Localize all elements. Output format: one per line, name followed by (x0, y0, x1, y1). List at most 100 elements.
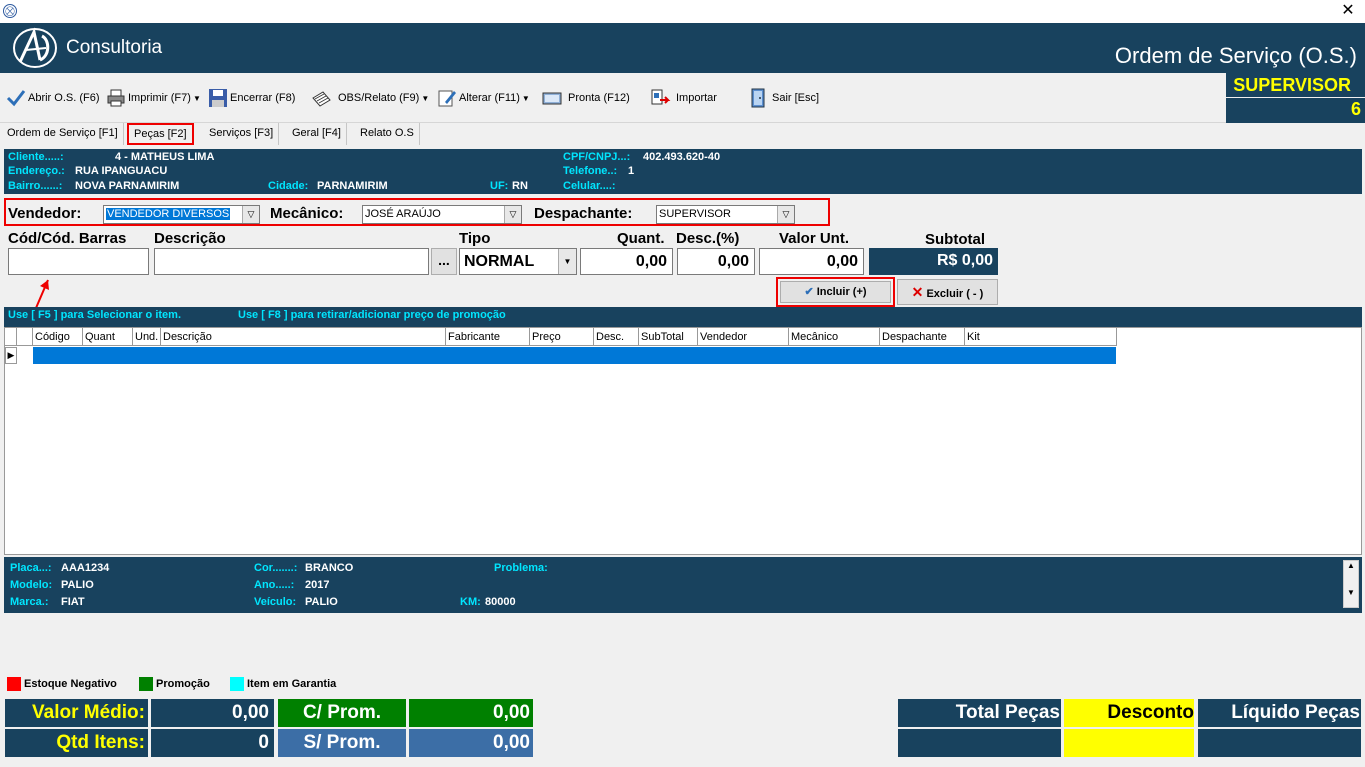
valor-unit-input[interactable]: 0,00 (759, 248, 864, 275)
excluir-label: Excluir ( - ) (926, 288, 984, 300)
col-mecanico[interactable]: Mecânico (789, 328, 880, 346)
cidade-value: PARNAMIRIM (317, 180, 388, 192)
col-quant[interactable]: Quant (83, 328, 133, 346)
col-kit[interactable]: Kit (965, 328, 1117, 346)
delete-x-icon: ✕ (911, 284, 924, 300)
desc-pct-input[interactable]: 0,00 (677, 248, 755, 275)
problema-label: Problema: (494, 562, 548, 574)
modelo-value: PALIO (61, 579, 94, 591)
endereco-value: RUA IPANGUACU (75, 165, 168, 177)
ano-value: 2017 (305, 579, 330, 591)
col-desc[interactable]: Desc. (594, 328, 639, 346)
items-grid[interactable]: Código Quant Und. Descrição Fabricante P… (4, 327, 1362, 555)
window-titlebar: ⛒ ✕ (0, 0, 1365, 23)
importar-button[interactable]: Importar (646, 85, 717, 111)
valor-medio-value: 0,00 (151, 699, 274, 727)
notepad-pen-icon (312, 91, 331, 107)
sair-button[interactable]: Sair [Esc] (746, 85, 819, 111)
c-prom-label: C/ Prom. (278, 699, 406, 727)
import-icon (651, 89, 671, 105)
pronta-button[interactable]: Pronta (F12) (538, 85, 630, 111)
desconto-value (1064, 729, 1194, 757)
legend-swatch-promocao (139, 677, 153, 691)
tab-bar: Ordem de Serviço [F1] Peças [F2] Serviço… (0, 123, 1365, 145)
tab-relato-os[interactable]: Relato O.S (355, 123, 420, 145)
chevron-down-icon: ▼ (421, 93, 430, 103)
client-info-panel: Cliente.....: 4 - MATHEUS LIMA Endereço.… (4, 149, 1362, 194)
obs-relato-button[interactable]: OBS/Relato (F9) ▼ (306, 85, 429, 111)
total-pecas-label: Total Peças (898, 699, 1061, 727)
encerrar-button[interactable]: Encerrar (F8) (208, 85, 295, 111)
chevron-down-icon: ▽ (777, 206, 794, 223)
col-fabricante[interactable]: Fabricante (446, 328, 530, 346)
descricao-input[interactable] (154, 248, 429, 275)
despachante-select[interactable]: SUPERVISOR ▽ (656, 205, 795, 224)
cliente-value: 4 - MATHEUS LIMA (115, 151, 215, 163)
vendedor-select[interactable]: VENDEDOR DIVERSOS ▽ (103, 205, 260, 224)
browse-button[interactable]: ... (431, 248, 457, 275)
desconto-label: Desconto (1064, 699, 1194, 727)
bairro-value: NOVA PARNAMIRIM (75, 180, 180, 192)
abrir-os-button[interactable]: Abrir O.S. (F6) (6, 85, 100, 111)
tipo-label: Tipo (459, 230, 491, 247)
tab-pecas[interactable]: Peças [F2] (127, 123, 194, 145)
descricao-label: Descrição (154, 230, 226, 247)
hint-bar: Use [ F5 ] para Selecionar o item. Use [… (4, 307, 1362, 327)
veiculo-label: Veículo: (254, 596, 297, 608)
uf-label: UF: (490, 180, 509, 192)
modelo-label: Modelo: (10, 579, 53, 591)
col-preco[interactable]: Preço (530, 328, 594, 346)
obs-relato-label: OBS/Relato (F9) (338, 92, 420, 104)
incluir-label: Incluir (+) (816, 286, 867, 298)
chevron-down-icon: ▽ (242, 206, 259, 223)
cor-label: Cor.......: (254, 562, 298, 574)
quant-input[interactable]: 0,00 (580, 248, 673, 275)
marca-value: FIAT (61, 596, 85, 608)
chevron-down-icon: ▼ (521, 93, 530, 103)
cod-barras-label: Cód/Cód. Barras (8, 230, 127, 247)
cpf-label: CPF/CNPJ...: (563, 151, 631, 163)
telefone-label: Telefone..: (563, 165, 618, 177)
imprimir-button[interactable]: Imprimir (F7) ▼ (106, 85, 201, 111)
table-row[interactable] (33, 347, 1116, 364)
tab-ordem-servico[interactable]: Ordem de Serviço [F1] (2, 123, 124, 145)
telefone-value: 1 (628, 165, 635, 177)
ano-label: Ano.....: (254, 579, 295, 591)
excluir-button[interactable]: ✕ Excluir ( - ) (897, 279, 998, 305)
company-logo-icon (13, 27, 57, 68)
s-prom-label: S/ Prom. (278, 729, 406, 757)
col-vendedor[interactable]: Vendedor (698, 328, 789, 346)
chevron-down-icon: ▽ (504, 206, 521, 223)
problema-scrollbar[interactable]: ▲ ▼ (1343, 560, 1359, 608)
total-pecas-value (898, 729, 1061, 757)
incluir-button[interactable]: ✔ Incluir (+) (780, 281, 891, 303)
col-codigo[interactable]: Código (33, 328, 83, 346)
qtd-itens-value: 0 (151, 729, 274, 757)
legend-promocao: Promoção (156, 678, 210, 690)
col-und[interactable]: Und. (133, 328, 161, 346)
km-label: KM: (460, 596, 481, 608)
alterar-button[interactable]: Alterar (F11) ▼ (437, 85, 530, 111)
col-despachante[interactable]: Despachante (880, 328, 965, 346)
marca-label: Marca.: (10, 596, 49, 608)
app-cart-icon: ⛒ (3, 4, 17, 18)
mecanico-value: JOSÉ ARAÚJO (365, 208, 441, 220)
close-window-icon[interactable]: ✕ (1337, 0, 1359, 22)
logo-text: Consultoria (66, 37, 163, 58)
tab-servicos[interactable]: Serviços [F3] (204, 123, 280, 145)
c-prom-value: 0,00 (409, 699, 533, 727)
celular-label: Celular....: (563, 180, 616, 192)
monitor-icon (542, 92, 562, 105)
tab-geral[interactable]: Geral [F4] (287, 123, 347, 145)
grid-header: Código Quant Und. Descrição Fabricante P… (5, 328, 1117, 346)
liquido-pecas-value (1198, 729, 1361, 757)
col-subtotal[interactable]: SubTotal (639, 328, 698, 346)
tipo-value: NORMAL (464, 253, 535, 270)
mecanico-select[interactable]: JOSÉ ARAÚJO ▽ (362, 205, 522, 224)
row-pointer-icon: ▶ (5, 347, 17, 364)
tipo-select[interactable]: NORMAL ▼ (459, 248, 577, 275)
valor-medio-label: Valor Médio: (5, 699, 148, 727)
staff-selection-row: Vendedor: VENDEDOR DIVERSOS ▽ Mecânico: … (4, 198, 830, 226)
col-descricao[interactable]: Descrição (161, 328, 446, 346)
abrir-os-label: Abrir O.S. (F6) (28, 92, 100, 104)
